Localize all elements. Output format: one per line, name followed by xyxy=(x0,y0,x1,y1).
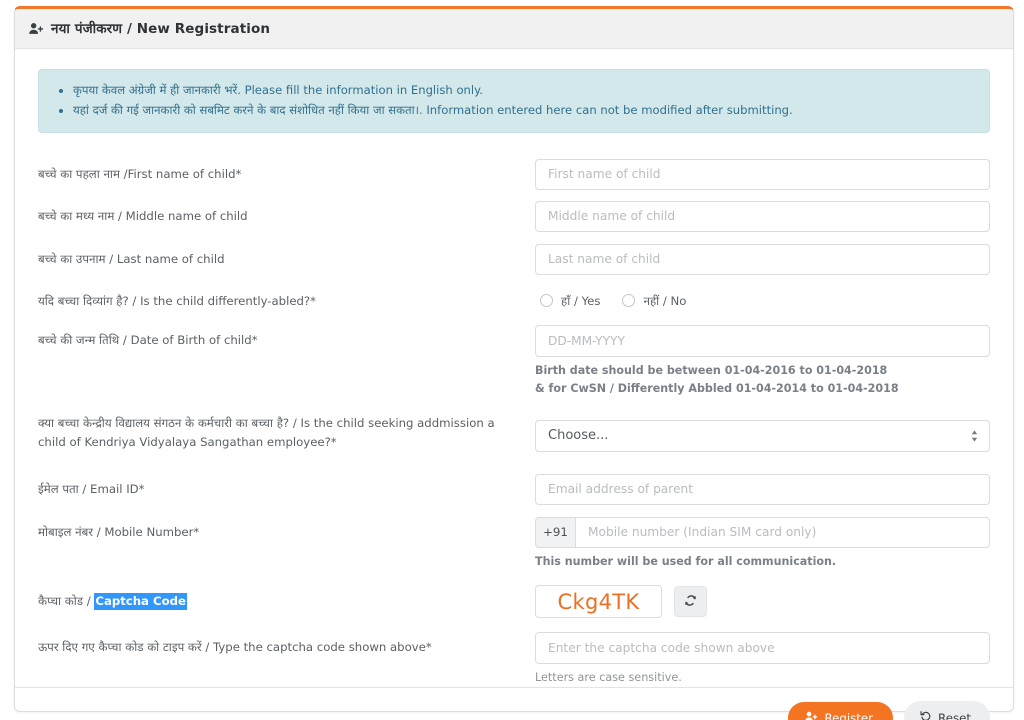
field-row-kvs-employee: क्या बच्चा केन्द्रीय विद्यालय संगठन के क… xyxy=(38,408,990,452)
info-alert: कृपया केवल अंग्रेजी में ही जानकारी भरें.… xyxy=(38,69,990,133)
field-row-differently-abled: यदि बच्चा दिव्यांग है? / Is the child di… xyxy=(38,286,990,311)
mobile-label: मोबाइल नंबर / Mobile Number* xyxy=(38,524,200,539)
field-row-first-name: बच्चे का पहला नाम /First name of child* xyxy=(38,158,990,190)
alert-item: यहां दर्ज की गई जानकारी को सबमिट करने के… xyxy=(73,101,975,121)
captcha-input-label: ऊपर दिए गए कैप्चा कोड को टाइप करें / Typ… xyxy=(38,640,432,655)
first-name-label-cell: बच्चे का पहला नाम /First name of child* xyxy=(38,159,535,184)
last-name-field-cell xyxy=(535,243,990,275)
middle-name-label-cell: बच्चे का मध्य नाम / Middle name of child xyxy=(38,201,535,226)
radio-label-yes: हाँ / Yes xyxy=(561,293,601,308)
differently-abled-field-cell: हाँ / Yes नहीं / No xyxy=(535,286,990,309)
form-body: कृपया केवल अंग्रेजी में ही जानकारी भरें.… xyxy=(15,49,1013,687)
radio-label-no: नहीं / No xyxy=(643,293,687,308)
alert-list: कृपया केवल अंग्रेजी में ही जानकारी भरें.… xyxy=(51,81,975,121)
undo-icon xyxy=(920,710,932,720)
first-name-field-cell xyxy=(535,158,990,190)
field-row-dob: बच्चे की जन्म तिथि / Date of Birth of ch… xyxy=(38,324,990,398)
reset-button-label: Reset xyxy=(938,710,971,720)
mobile-field-cell: +91 This number will be used for all com… xyxy=(535,516,990,571)
page-title: नया पंजीकरण / New Registration xyxy=(51,21,271,37)
mobile-help-text: This number will be used for all communi… xyxy=(535,554,837,568)
captcha-display-cell: Ckg4TK xyxy=(535,585,990,619)
differently-abled-label-cell: यदि बच्चा दिव्यांग है? / Is the child di… xyxy=(38,286,535,311)
middle-name-field-cell xyxy=(535,200,990,232)
kvs-employee-label: क्या बच्चा केन्द्रीय विद्यालय संगठन के क… xyxy=(38,415,495,449)
captcha-label-english-selected: Captcha Code xyxy=(94,593,187,611)
first-name-input[interactable] xyxy=(535,158,990,190)
dob-input[interactable] xyxy=(535,324,990,357)
captcha-input-cell: Letters are case sensitive. xyxy=(535,632,990,687)
user-plus-icon xyxy=(29,22,44,35)
captcha-row: Ckg4TK xyxy=(535,585,990,619)
register-button-label: Register xyxy=(824,710,874,720)
differently-abled-radio-group: हाँ / Yes नहीं / No xyxy=(535,286,990,309)
dob-help-line-1: Birth date should be between 01-04-2016 … xyxy=(535,363,888,377)
kvs-employee-select-wrap: Choose... xyxy=(535,419,990,452)
mobile-input-group: +91 xyxy=(535,516,990,548)
dob-field-cell: Birth date should be between 01-04-2016 … xyxy=(535,324,990,398)
dob-label: बच्चे की जन्म तिथि / Date of Birth of ch… xyxy=(38,332,258,347)
differently-abled-label: यदि बच्चा दिव्यांग है? / Is the child di… xyxy=(38,293,316,308)
radio-option-no[interactable]: नहीं / No xyxy=(622,293,686,309)
field-row-middle-name: बच्चे का मध्य नाम / Middle name of child xyxy=(38,200,990,232)
refresh-icon xyxy=(684,592,697,611)
kvs-employee-field-cell: Choose... xyxy=(535,408,990,452)
captcha-input-label-cell: ऊपर दिए गए कैप्चा कोड को टाइप करें / Typ… xyxy=(38,632,535,657)
email-label: ईमेल पता / Email ID* xyxy=(38,481,145,496)
panel-header: नया पंजीकरण / New Registration xyxy=(15,9,1013,49)
panel-footer: Register Reset xyxy=(15,687,1013,720)
email-field-cell xyxy=(535,473,990,505)
first-name-label: बच्चे का पहला नाम /First name of child* xyxy=(38,166,242,181)
email-label-cell: ईमेल पता / Email ID* xyxy=(38,474,535,499)
registration-page: नया पंजीकरण / New Registration कृपया केव… xyxy=(0,0,1024,720)
alert-item: कृपया केवल अंग्रेजी में ही जानकारी भरें.… xyxy=(73,81,975,101)
captcha-image: Ckg4TK xyxy=(535,585,662,619)
field-row-last-name: बच्चे का उपनाम / Last name of child xyxy=(38,243,990,275)
radio-option-yes[interactable]: हाँ / Yes xyxy=(540,293,600,309)
captcha-refresh-button[interactable] xyxy=(674,586,707,618)
country-code-prefix: +91 xyxy=(535,516,575,548)
captcha-label: कैप्चा कोड / Captcha Code xyxy=(38,592,521,611)
middle-name-input[interactable] xyxy=(535,200,990,232)
kvs-employee-label-cell: क्या बच्चा केन्द्रीय विद्यालय संगठन के क… xyxy=(38,408,535,452)
kvs-employee-select[interactable]: Choose... xyxy=(535,419,990,452)
field-row-captcha-display: कैप्चा कोड / Captcha Code Ckg4TK xyxy=(38,585,990,619)
mobile-label-cell: मोबाइल नंबर / Mobile Number* xyxy=(38,517,535,542)
captcha-label-hindi: कैप्चा कोड xyxy=(38,594,83,609)
captcha-label-separator: / xyxy=(83,594,95,609)
radio-circle-icon[interactable] xyxy=(540,294,553,308)
dob-label-cell: बच्चे की जन्म तिथि / Date of Birth of ch… xyxy=(38,325,535,350)
field-row-captcha-input: ऊपर दिए गए कैप्चा कोड को टाइप करें / Typ… xyxy=(38,632,990,687)
middle-name-label: बच्चे का मध्य नाम / Middle name of child xyxy=(38,208,248,223)
field-row-email: ईमेल पता / Email ID* xyxy=(38,473,990,505)
last-name-label: बच्चे का उपनाम / Last name of child xyxy=(38,251,225,266)
radio-circle-icon[interactable] xyxy=(622,294,636,308)
captcha-input[interactable] xyxy=(535,632,990,665)
email-input[interactable] xyxy=(535,473,990,505)
last-name-input[interactable] xyxy=(535,243,990,275)
registration-panel: नया पंजीकरण / New Registration कृपया केव… xyxy=(14,6,1014,720)
captcha-label-cell: कैप्चा कोड / Captcha Code xyxy=(38,585,535,611)
captcha-code-text: Ckg4TK xyxy=(557,589,640,614)
captcha-help-text: Letters are case sensitive. xyxy=(535,671,682,685)
register-button[interactable]: Register xyxy=(788,701,894,720)
dob-help-line-2: & for CwSN / Differently Abbled 01-04-20… xyxy=(535,381,899,395)
reset-button[interactable]: Reset xyxy=(904,701,990,720)
last-name-label-cell: बच्चे का उपनाम / Last name of child xyxy=(38,244,535,269)
mobile-input[interactable] xyxy=(575,516,990,548)
field-row-mobile: मोबाइल नंबर / Mobile Number* +91 This nu… xyxy=(38,516,990,571)
user-plus-icon xyxy=(805,711,818,720)
